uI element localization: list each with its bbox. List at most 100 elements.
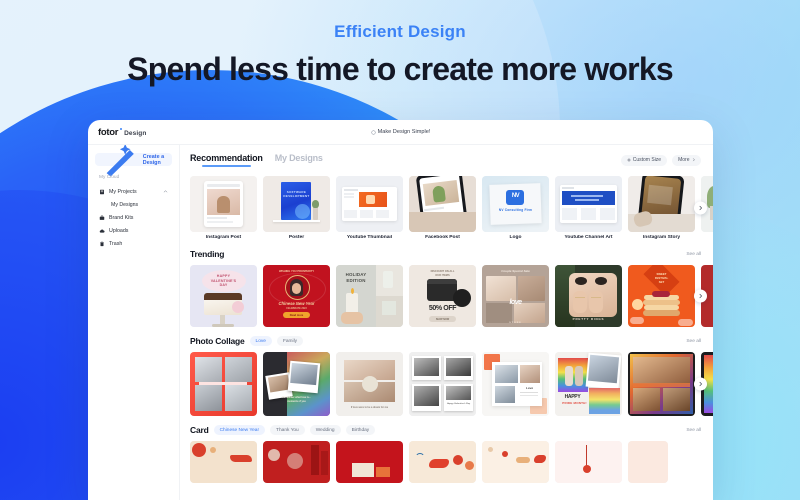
create-a-design-button[interactable]: Create a Design [95, 143, 172, 177]
template-card-wrap: Instagram Post [190, 176, 257, 240]
logo-dot-icon [120, 127, 123, 130]
app-tagline: Make Design Simple! [88, 129, 713, 135]
more-label: More [678, 157, 690, 163]
chevron-up-icon[interactable] [163, 189, 168, 194]
template-card-soft-duo-collage[interactable]: If love were to be a dream for me [336, 352, 403, 416]
template-card-cny-pink[interactable] [555, 441, 622, 483]
logo-wordmark: fotor [98, 126, 119, 138]
see-all-photo-collage[interactable]: See all [686, 339, 701, 344]
template-card-cny-red[interactable] [336, 441, 403, 483]
photo-collage-row[interactable]: Remember what love is... moments of you … [190, 352, 713, 416]
app-tagline-text: Make Design Simple! [377, 129, 431, 135]
chip-chinese-new-year[interactable]: Chinese New Year [213, 425, 266, 435]
hero-eyebrow: Efficient Design [334, 22, 466, 41]
template-card-valentines-day[interactable]: HAPPY VALENTINE'S DAY [190, 265, 257, 327]
template-caption: Instagram Post [205, 235, 242, 240]
template-caption: Youtube Channel Art [564, 235, 613, 240]
chip-birthday[interactable]: Birthday [345, 425, 376, 435]
template-card-bw-grid-collage[interactable]: Happy Valentine's Day [409, 352, 476, 416]
custom-size-label: Custom Size [632, 157, 662, 163]
tabs-actions: Custom Size More [620, 154, 701, 166]
template-caption: Facebook Post [425, 235, 460, 240]
chevron-right-icon [699, 293, 703, 299]
template-card-cny-koi[interactable] [409, 441, 476, 483]
sidebar: Create a Design My Cloud My Projects My … [88, 143, 180, 500]
trash-icon [100, 241, 104, 246]
template-card-cny-cream[interactable] [482, 441, 549, 483]
photo-collage-next-button[interactable] [694, 377, 707, 391]
template-card-red-grid-collage[interactable] [190, 352, 257, 416]
recommendation-row[interactable]: Instagram Post SOFTWARE DEVELOPMENT Post… [190, 176, 713, 240]
see-all-card[interactable]: See all [686, 428, 701, 433]
sidebar-item-my-designs[interactable]: My Designs [95, 198, 172, 211]
template-caption: Instagram Story [642, 235, 681, 240]
main-content: Recommendation My Designs Custom Size Mo… [180, 145, 713, 500]
custom-size-button[interactable]: Custom Size [620, 154, 668, 166]
more-button[interactable]: More [672, 154, 701, 166]
template-card-youtube-thumbnail[interactable] [336, 176, 403, 232]
create-a-design-label: Create a Design [142, 153, 165, 166]
template-card-minimal-photo-card[interactable]: Love [482, 352, 549, 416]
sidebar-item-label: My Projects [109, 188, 137, 195]
trending-next-button[interactable] [694, 289, 707, 303]
hero-title: Spend less time to create more works [127, 51, 673, 87]
template-card-logo[interactable]: NV NV Consulting Firm [482, 176, 549, 232]
template-card-love[interactable]: Couple Special Sale love STORE [482, 265, 549, 327]
chevron-right-icon [699, 205, 703, 211]
tab-recommendation[interactable]: Recommendation [190, 153, 263, 167]
card-row[interactable] [190, 441, 713, 483]
sidebar-item-label: Uploads [109, 227, 129, 234]
sidebar-item-my-projects[interactable]: My Projects [95, 185, 172, 198]
plus-icon [626, 158, 631, 162]
tab-my-designs[interactable]: My Designs [275, 153, 323, 167]
template-card-peek[interactable] [628, 441, 668, 483]
template-card-facebook-post[interactable] [409, 176, 476, 232]
template-card-instagram-post[interactable] [190, 176, 257, 232]
template-card-holiday-edition[interactable]: HOLIDAY EDITION [336, 265, 403, 327]
template-card-rainbow-polaroid-collage[interactable]: Remember what love is... moments of you [263, 352, 330, 416]
sidebar-item-label: Trash [109, 240, 123, 247]
template-card-warm-film-collage[interactable] [628, 352, 695, 416]
template-card-50-off[interactable]: DISCOUNT ON ALL OUR ITEMS 50% OFF SHOP N… [409, 265, 476, 327]
briefcase-icon [99, 215, 105, 220]
template-caption: Logo [509, 235, 522, 240]
chip-wedding[interactable]: Wedding [309, 425, 341, 435]
hero-headline: Efficient Design Spend less time to crea… [0, 22, 800, 87]
chip-family[interactable]: Family [276, 336, 304, 346]
section-header-card: Card Chinese New Year Thank You Wedding … [190, 425, 701, 435]
template-card-pretty-rings[interactable]: PRETTY RINGS [555, 265, 622, 327]
folder-icon [100, 189, 104, 194]
chip-thank-you[interactable]: Thank You [270, 425, 305, 435]
template-card-wrap: SOFTWARE DEVELOPMENT Poster [263, 176, 330, 240]
content-tabs: Recommendation My Designs Custom Size Mo… [190, 153, 713, 167]
template-card-youtube-channel-art[interactable] [555, 176, 622, 232]
logo-product-label: Design [124, 129, 147, 137]
see-all-trending[interactable]: See all [686, 252, 701, 257]
chip-love[interactable]: Love [249, 336, 272, 346]
section-header-trending: Trending See all [190, 249, 701, 259]
template-card-sweet-festival[interactable]: SWEET FESTIVAL SET [628, 265, 695, 327]
section-title: Trending [190, 249, 225, 259]
template-caption: Youtube Thumbnail [346, 235, 393, 240]
app-topbar: fotor Design Make Design Simple! [88, 120, 713, 145]
template-card-cny-beige[interactable] [190, 441, 257, 483]
chevron-right-icon [692, 158, 695, 162]
sidebar-item-uploads[interactable]: Uploads [95, 224, 172, 237]
trending-row[interactable]: HAPPY VALENTINE'S DAY WISHING YOU PROSPE… [190, 265, 713, 327]
template-card-cny-red-lantern[interactable] [263, 441, 330, 483]
template-card-chinese-new-year[interactable]: WISHING YOU PROSPERITY Chinese New Year … [263, 265, 330, 327]
template-card-wrap: Facebook Post [409, 176, 476, 240]
fotor-logo[interactable]: fotor Design [98, 127, 146, 138]
section-title: Card [190, 425, 209, 435]
recommendation-next-button[interactable] [694, 201, 707, 215]
sidebar-item-trash[interactable]: Trash [95, 237, 172, 250]
sidebar-item-brand-kits[interactable]: Brand Kits [95, 211, 172, 224]
template-card-happy-pride-month[interactable]: HAPPY PRIDE MONTH! [555, 352, 622, 416]
template-card-wrap: NV NV Consulting Firm Logo [482, 176, 549, 240]
template-card-wrap: Instagram Story [628, 176, 695, 240]
template-card-wrap: Youtube Thumbnail [336, 176, 403, 240]
template-card-poster[interactable]: SOFTWARE DEVELOPMENT [263, 176, 330, 232]
location-pin-icon [370, 129, 376, 135]
template-card-instagram-story[interactable] [628, 176, 695, 232]
sidebar-item-label: My Designs [111, 201, 139, 208]
